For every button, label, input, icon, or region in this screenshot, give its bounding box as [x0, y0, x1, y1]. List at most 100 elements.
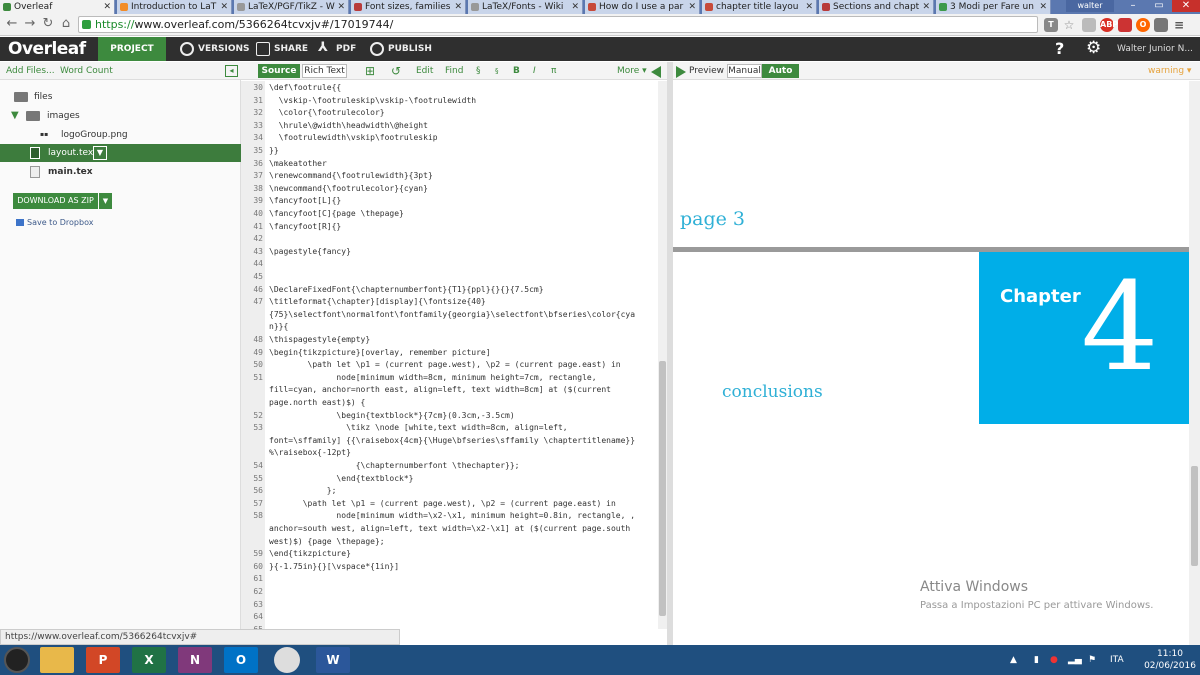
save-to-dropbox-link[interactable]: Save to Dropbox — [16, 218, 93, 227]
code-line[interactable]: \path let \p1 = (current page.west), \p2… — [269, 360, 653, 369]
start-button[interactable] — [4, 647, 30, 673]
code-line[interactable]: }; — [269, 486, 653, 495]
versions-button[interactable]: VERSIONS — [180, 37, 250, 61]
code-line[interactable]: \tikz \node [white,text width=8cm, align… — [269, 423, 653, 432]
auto-compile-button[interactable]: Auto — [762, 64, 799, 78]
flag-icon[interactable]: ⚑ — [1088, 645, 1096, 675]
more-menu[interactable]: More ▾ — [617, 62, 647, 80]
browser-tab[interactable]: chapter title layou ✕ — [702, 0, 817, 14]
code-line[interactable]: \color{\footrulecolor} — [269, 108, 653, 117]
math-button[interactable]: π — [551, 62, 556, 80]
code-line[interactable]: font=\sffamily] {{\raisebox{4cm}{\Huge\b… — [269, 436, 653, 445]
code-line[interactable]: fill=cyan, anchor=north east, align=left… — [269, 385, 653, 394]
code-line[interactable]: }} — [269, 146, 653, 155]
battery-icon[interactable]: ▮ — [1034, 645, 1039, 675]
bookmark-star-icon[interactable]: ☆ — [1062, 18, 1076, 32]
powerpoint-app-icon[interactable]: P — [86, 647, 120, 673]
download-zip-button[interactable]: DOWNLOAD AS ZIP — [13, 193, 98, 209]
rich-text-mode-button[interactable]: Rich Text — [302, 64, 347, 78]
code-line[interactable]: node[minimum width=8cm, minimum height=7… — [269, 373, 653, 382]
system-clock[interactable]: 11:10 02/06/2016 — [1142, 648, 1198, 672]
tab-close-icon[interactable]: ✕ — [571, 0, 579, 14]
translate-icon[interactable]: T — [1044, 18, 1058, 32]
url-input[interactable]: https://www.overleaf.com/5366264tcvxjv#/… — [78, 16, 1038, 33]
manual-compile-button[interactable]: Manual — [727, 64, 762, 78]
tab-close-icon[interactable]: ✕ — [688, 0, 696, 14]
tray-expand-icon[interactable]: ▲ — [1010, 645, 1017, 675]
code-line[interactable]: \path let \p1 = (current page.west), \p2… — [269, 499, 653, 508]
back-icon[interactable]: ← — [4, 16, 20, 32]
extension-icon[interactable] — [1082, 18, 1096, 32]
home-icon[interactable]: ⌂ — [58, 16, 74, 32]
maximize-button[interactable]: ▭ — [1146, 0, 1172, 12]
collapse-preview-icon[interactable] — [651, 66, 661, 78]
find-button[interactable]: Find — [445, 62, 463, 80]
file-menu-toggle[interactable]: ▼ — [93, 146, 107, 160]
user-menu[interactable]: Walter Junior N... — [1117, 37, 1193, 61]
tree-item-main-tex[interactable]: main.tex — [0, 163, 241, 181]
source-mode-button[interactable]: Source — [258, 64, 300, 78]
code-line[interactable]: node[minimum width=\x2-\x1, minimum heig… — [269, 511, 653, 520]
code-line[interactable]: \makeatother — [269, 159, 653, 168]
code-line[interactable]: {\chapternumberfont \thechapter}}; — [269, 461, 653, 470]
tab-close-icon[interactable]: ✕ — [922, 0, 930, 14]
publish-button[interactable]: PUBLISH — [370, 37, 432, 61]
code-line[interactable]: \renewcommand{\footrulewidth}{3pt} — [269, 171, 653, 180]
preview-scrollbar[interactable] — [1189, 81, 1200, 645]
chrome-app-icon[interactable] — [274, 647, 300, 673]
add-files-link[interactable]: Add Files... — [6, 62, 55, 80]
code-line[interactable]: \end{tikzpicture} — [269, 549, 653, 558]
tab-close-icon[interactable]: ✕ — [337, 0, 345, 14]
tree-item-images[interactable]: ▼ images — [0, 107, 241, 125]
code-line[interactable]: anchor=south west, align=left, text widt… — [269, 524, 653, 533]
code-line[interactable]: }{-1.75in}{}[\vspace*{1in}] — [269, 562, 653, 571]
tab-close-icon[interactable]: ✕ — [220, 0, 228, 14]
tab-close-icon[interactable]: ✕ — [454, 0, 462, 14]
code-line[interactable]: {75}\selectfont\normalfont\fontfamily{ge… — [269, 310, 653, 319]
code-line[interactable]: \DeclareFixedFont{\chapternumberfont}{T1… — [269, 285, 653, 294]
share-button[interactable]: SHARE — [256, 37, 308, 61]
subsection-button[interactable]: § — [495, 62, 499, 80]
code-line[interactable]: \begin{tikzpicture}[overlay, remember pi… — [269, 348, 653, 357]
gear-icon[interactable]: ⚙ — [1086, 38, 1101, 58]
code-line[interactable]: \fancyfoot[C]{page \thepage} — [269, 209, 653, 218]
code-line[interactable]: \vskip-\footruleskip\vskip-\footrulewidt… — [269, 96, 653, 105]
browser-tab[interactable]: How do I use a par ✕ — [585, 0, 700, 14]
overleaf-logo[interactable]: Overleaf — [8, 39, 86, 59]
reload-icon[interactable]: ↻ — [40, 16, 56, 32]
browser-tab[interactable]: LaTeX/PGF/TikZ - W ✕ — [234, 0, 349, 14]
excel-app-icon[interactable]: X — [132, 647, 166, 673]
explorer-app-icon[interactable] — [40, 647, 74, 673]
tree-item-files[interactable]: files — [0, 88, 241, 106]
pdf-button[interactable]: ⅄ PDF — [318, 37, 356, 61]
code-line[interactable]: \newcommand{\footrulecolor}{cyan} — [269, 184, 653, 193]
code-line[interactable]: \begin{textblock*}{7cm}(0.3cm,-3.5cm) — [269, 411, 653, 420]
signal-icon[interactable]: ▂▄ — [1068, 645, 1082, 675]
code-line[interactable]: west)$) {page \thepage}; — [269, 537, 653, 546]
section-button[interactable]: § — [476, 62, 481, 80]
extension-grey-icon[interactable] — [1154, 18, 1168, 32]
italic-button[interactable]: I — [533, 62, 536, 80]
browser-tab[interactable]: 3 Modi per Fare un ✕ — [936, 0, 1051, 14]
opera-icon[interactable]: O — [1136, 18, 1150, 32]
tab-close-icon[interactable]: ✕ — [1039, 0, 1047, 14]
browser-tab[interactable]: Introduction to LaT ✕ — [117, 0, 232, 14]
onenote-app-icon[interactable]: N — [178, 647, 212, 673]
language-indicator[interactable]: ITA — [1110, 645, 1124, 675]
outlook-app-icon[interactable]: O — [224, 647, 258, 673]
code-line[interactable]: %\raisebox{-12pt} — [269, 448, 653, 457]
editor-scrollbar[interactable] — [658, 81, 667, 629]
code-line[interactable]: n}}{ — [269, 322, 653, 331]
code-line[interactable]: \titleformat{\chapter}[display]{\fontsiz… — [269, 297, 653, 306]
warning-badge[interactable]: warning ▾ — [1148, 62, 1191, 80]
code-line[interactable]: \def\footrule{{ — [269, 83, 653, 92]
history-icon[interactable]: ↺ — [391, 62, 401, 80]
minimize-button[interactable]: – — [1120, 0, 1146, 12]
collapse-sidebar-icon[interactable]: ◂ — [225, 65, 238, 77]
word-app-icon[interactable]: W — [316, 647, 350, 673]
browser-tab[interactable]: LaTeX/Fonts - Wiki ✕ — [468, 0, 583, 14]
tree-item-layout-tex[interactable]: layout.tex ▼ — [0, 144, 241, 162]
close-window-button[interactable]: ✕ — [1172, 0, 1200, 12]
code-line[interactable]: page.north east)$) { — [269, 398, 653, 407]
adblock-icon[interactable]: ABP — [1100, 18, 1118, 32]
